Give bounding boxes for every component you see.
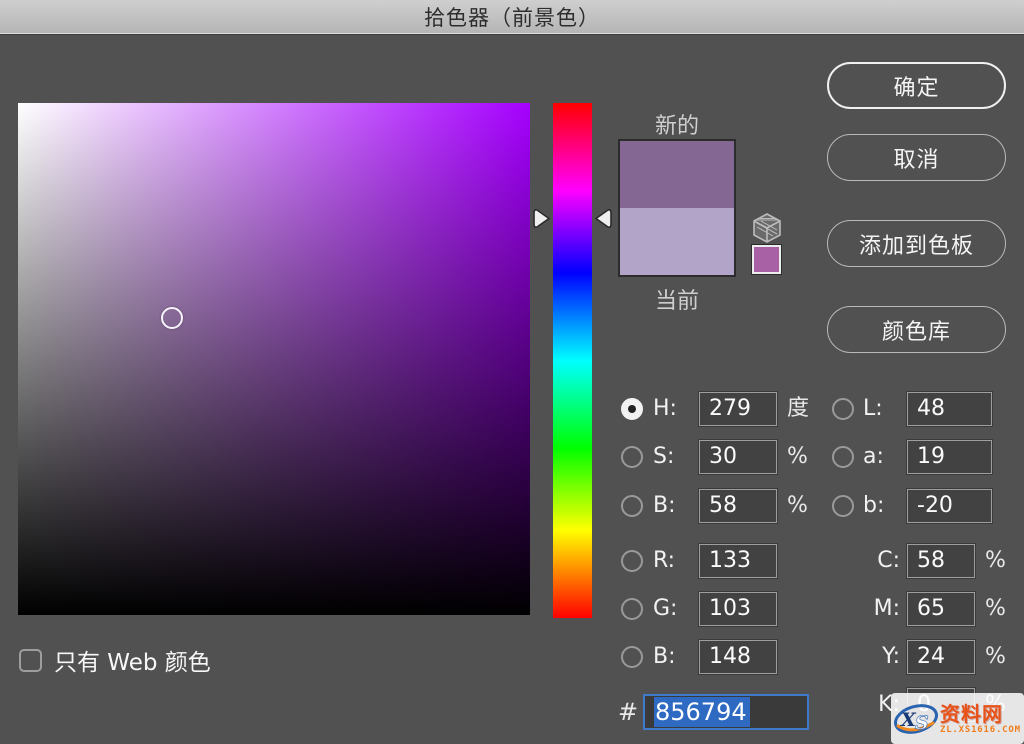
- new-color-swatch: [620, 141, 734, 208]
- yellow-input[interactable]: 24: [907, 640, 975, 674]
- svg-text:S: S: [915, 712, 929, 734]
- yellow-unit: %: [985, 640, 1006, 674]
- color-field-marker[interactable]: [161, 307, 183, 329]
- lab-b-row: b: -20: [0, 489, 1024, 523]
- lab-b-radio[interactable]: [832, 495, 854, 517]
- yellow-label: Y:: [852, 640, 900, 674]
- black-row: K: 0 %: [0, 688, 1024, 722]
- current-color-swatch[interactable]: [620, 208, 734, 275]
- lab-l-label: L:: [863, 392, 883, 426]
- lab-a-input[interactable]: 19: [907, 440, 992, 474]
- magenta-label: M:: [852, 592, 900, 626]
- compare-swatches: [618, 139, 736, 277]
- web-colors-only-option[interactable]: 只有 Web 颜色: [19, 643, 211, 677]
- lab-l-radio[interactable]: [832, 398, 854, 420]
- color-picker-dialog: 拾色器（前景色） 新的 当前 确定 取消 添加到色板 颜色库 H: 279: [0, 0, 1024, 744]
- watermark-site-name: 资料网: [940, 703, 1003, 725]
- new-color-label: 新的: [618, 108, 736, 140]
- magenta-unit: %: [985, 592, 1006, 626]
- saturation-brightness-field[interactable]: [18, 103, 530, 615]
- lab-l-row: L: 48: [0, 392, 1024, 426]
- color-libraries-button[interactable]: 颜色库: [827, 306, 1006, 353]
- hue-slider-left-arrow-icon[interactable]: [533, 207, 552, 230]
- web-colors-only-checkbox[interactable]: [19, 649, 42, 672]
- websafe-color-swatch[interactable]: [752, 245, 781, 274]
- websafe-cube-icon[interactable]: [751, 212, 783, 244]
- cyan-unit: %: [985, 544, 1006, 578]
- watermark-text: 资料网 ZL.XS1616.COM: [940, 703, 1021, 735]
- hue-slider[interactable]: [553, 103, 592, 618]
- hue-slider-right-arrow-icon[interactable]: [593, 207, 612, 230]
- cyan-label: C:: [852, 544, 900, 578]
- cyan-input[interactable]: 58: [907, 544, 975, 578]
- watermark-logo-icon: X S: [893, 699, 939, 739]
- cyan-row: C: 58 %: [0, 544, 1024, 578]
- dialog-titlebar: 拾色器（前景色）: [0, 0, 1024, 34]
- magenta-row: M: 65 %: [0, 592, 1024, 626]
- hex-selected-text: 856794: [654, 697, 750, 727]
- watermark-site-url: ZL.XS1616.COM: [940, 725, 1021, 735]
- add-to-swatches-button[interactable]: 添加到色板: [827, 220, 1006, 267]
- web-colors-only-label: 只有 Web 颜色: [54, 643, 211, 677]
- lab-b-input[interactable]: -20: [907, 489, 992, 523]
- lab-a-row: a: 19: [0, 440, 1024, 474]
- lab-a-radio[interactable]: [832, 446, 854, 468]
- lab-l-input[interactable]: 48: [907, 392, 992, 426]
- hex-input[interactable]: 856794: [643, 694, 809, 730]
- watermark: X S 资料网 ZL.XS1616.COM: [891, 693, 1024, 744]
- current-color-label: 当前: [618, 283, 736, 315]
- dialog-title: 拾色器（前景色）: [424, 2, 600, 32]
- cancel-button[interactable]: 取消: [827, 134, 1006, 181]
- lab-a-label: a:: [863, 440, 884, 474]
- magenta-input[interactable]: 65: [907, 592, 975, 626]
- ok-button[interactable]: 确定: [827, 62, 1006, 109]
- lab-b-label: b:: [863, 489, 884, 523]
- hex-prefix: #: [618, 695, 638, 730]
